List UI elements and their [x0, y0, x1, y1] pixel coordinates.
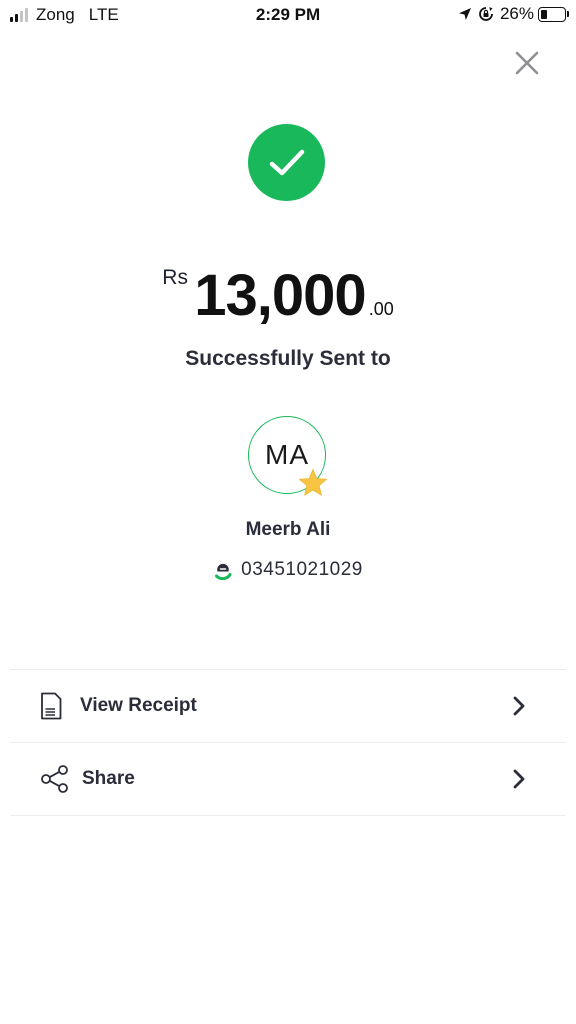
- success-badge: [248, 124, 325, 201]
- close-icon: [515, 51, 539, 75]
- view-receipt-button[interactable]: View Receipt: [10, 670, 566, 742]
- recipient-phone: 03451021029: [241, 559, 363, 580]
- share-button[interactable]: Share: [10, 743, 566, 815]
- success-message: Successfully Sent to: [185, 347, 391, 370]
- recipient-phone-row: 03451021029: [0, 559, 576, 586]
- rotation-lock-icon: [478, 6, 494, 22]
- close-button[interactable]: [510, 46, 544, 80]
- checkmark-icon: [269, 149, 304, 175]
- amount-display: Rs 13,000.00: [0, 262, 576, 332]
- transaction-success-screen: Zong LTE 2:29 PM 26% Rs 13,000 .00 Succe…: [0, 0, 576, 1024]
- location-arrow-icon: [458, 7, 472, 21]
- share-label: Share: [82, 768, 135, 789]
- star-icon: [299, 469, 327, 496]
- divider: [10, 815, 566, 816]
- battery-percent: 26%: [499, 4, 534, 23]
- recipient-name: Meerb Ali: [245, 519, 331, 540]
- currency-label: Rs: [162, 266, 188, 289]
- chevron-right-icon: [512, 670, 526, 742]
- receipt-icon: [40, 670, 62, 742]
- wallet-logo-icon: [213, 560, 233, 580]
- view-receipt-label: View Receipt: [80, 695, 197, 716]
- battery-icon: [538, 6, 569, 22]
- status-right: 26%: [458, 4, 569, 24]
- share-icon: [40, 743, 70, 815]
- amount-decimal: .00: [368, 299, 394, 319]
- battery-level-fill: [541, 9, 547, 19]
- status-bar: Zong LTE 2:29 PM 26%: [0, 0, 576, 30]
- amount-value: 13,000: [194, 263, 366, 328]
- chevron-right-icon: [512, 743, 526, 815]
